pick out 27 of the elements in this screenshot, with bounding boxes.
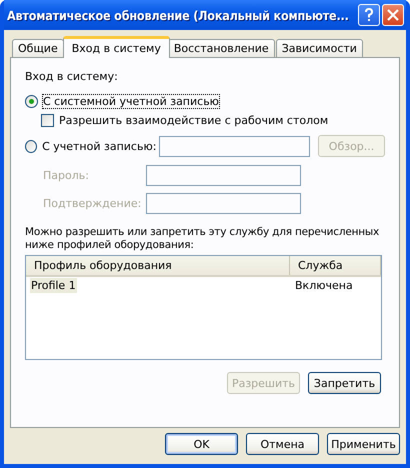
field-label: Подтверждение: xyxy=(42,197,142,210)
question-mark-icon xyxy=(364,8,374,22)
column-header[interactable]: Профиль оборудования xyxy=(26,256,290,275)
checkbox[interactable] xyxy=(41,114,54,127)
tab[interactable]: Зависимости xyxy=(276,39,363,58)
radio-button[interactable] xyxy=(25,140,38,152)
checkbox-label: Разрешить взаимодействие с рабочим столом xyxy=(59,114,328,127)
table-cell: Включена xyxy=(294,278,354,293)
close-icon xyxy=(387,9,399,21)
dialog-button[interactable]: OK xyxy=(165,433,238,455)
tab[interactable]: Общие xyxy=(12,39,64,58)
window-title: Автоматическое обновление (Локальный компьюте... xyxy=(7,8,350,22)
help-button[interactable] xyxy=(358,4,380,26)
field-label: Пароль: xyxy=(42,169,90,182)
radio-button[interactable] xyxy=(25,95,38,108)
dialog-button[interactable]: Применить xyxy=(327,433,400,455)
close-button[interactable] xyxy=(382,4,404,26)
section-label: Вход в систему: xyxy=(25,70,119,83)
radio-label: С учетной записью: xyxy=(42,140,154,152)
description-text: Можно разрешить или запретить эту службу для перечисленных ниже профилей оборудования: xyxy=(25,226,380,252)
radio-label: С системной учетной записью xyxy=(43,95,219,108)
action-button[interactable]: Запретить xyxy=(308,372,381,394)
column-header[interactable]: Служба xyxy=(290,256,381,275)
table-cell[interactable]: Profile 1 xyxy=(30,278,77,293)
dialog-button[interactable]: Отмена xyxy=(246,433,319,455)
tab[interactable]: Вход в систему xyxy=(62,36,170,58)
tab[interactable]: Восстановление xyxy=(168,39,275,58)
